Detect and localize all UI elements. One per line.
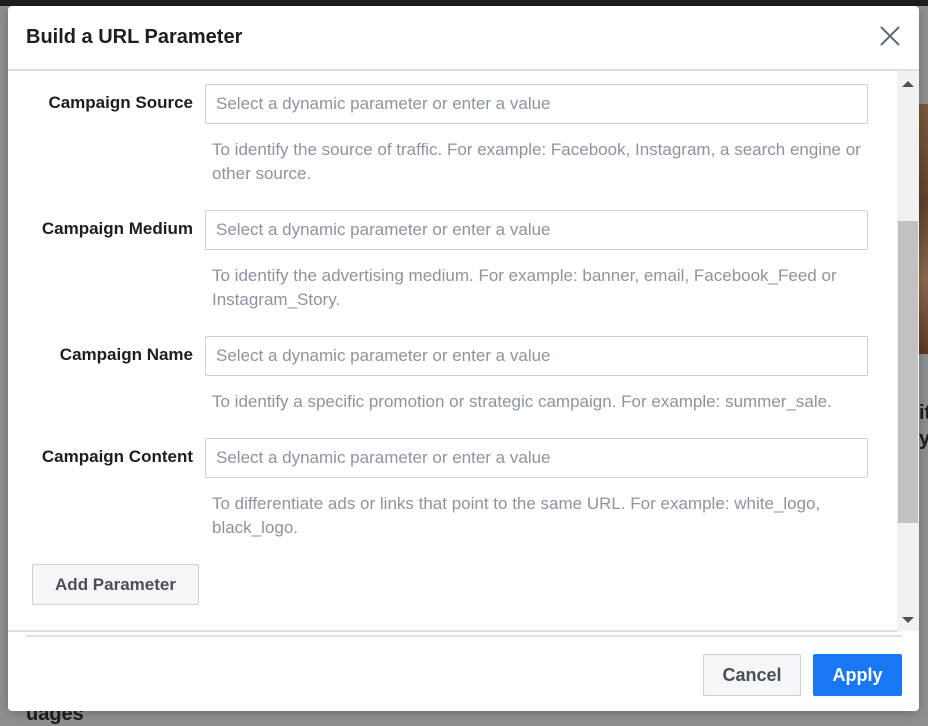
footer-divider-secondary bbox=[26, 635, 902, 637]
build-url-parameter-dialog: Build a URL Parameter Campaign Source To… bbox=[8, 6, 919, 711]
dialog-body: Campaign Source To identify the source o… bbox=[8, 71, 919, 631]
apply-button[interactable]: Apply bbox=[813, 654, 902, 696]
campaign-content-label: Campaign Content bbox=[41, 447, 193, 466]
campaign-medium-input[interactable] bbox=[205, 210, 868, 250]
dialog-header: Build a URL Parameter bbox=[8, 6, 919, 71]
campaign-source-label: Campaign Source bbox=[48, 93, 193, 112]
campaign-name-label: Campaign Name bbox=[59, 345, 193, 364]
campaign-content-help: To differentiate ads or links that point… bbox=[212, 494, 821, 537]
background-text: it y bbox=[919, 402, 928, 450]
cancel-button[interactable]: Cancel bbox=[703, 654, 801, 696]
dialog-scrollbar[interactable] bbox=[897, 71, 919, 631]
footer-divider bbox=[8, 630, 897, 632]
campaign-name-input[interactable] bbox=[205, 336, 868, 376]
scroll-down-arrow-icon[interactable] bbox=[902, 617, 914, 623]
campaign-medium-help: To identify the advertising medium. For … bbox=[212, 266, 837, 309]
campaign-name-help: To identify a specific promotion or stra… bbox=[212, 392, 832, 411]
scroll-up-arrow-icon[interactable] bbox=[902, 81, 914, 87]
scrollbar-thumb[interactable] bbox=[898, 221, 918, 523]
close-button[interactable] bbox=[877, 23, 903, 49]
campaign-source-help: To identify the source of traffic. For e… bbox=[212, 140, 861, 183]
campaign-content-input[interactable] bbox=[205, 438, 868, 478]
campaign-source-input[interactable] bbox=[205, 84, 868, 124]
campaign-medium-label: Campaign Medium bbox=[41, 219, 193, 238]
dialog-title: Build a URL Parameter bbox=[26, 26, 243, 48]
add-parameter-button[interactable]: Add Parameter bbox=[32, 564, 199, 605]
background-image bbox=[919, 104, 928, 354]
close-icon bbox=[880, 26, 900, 46]
